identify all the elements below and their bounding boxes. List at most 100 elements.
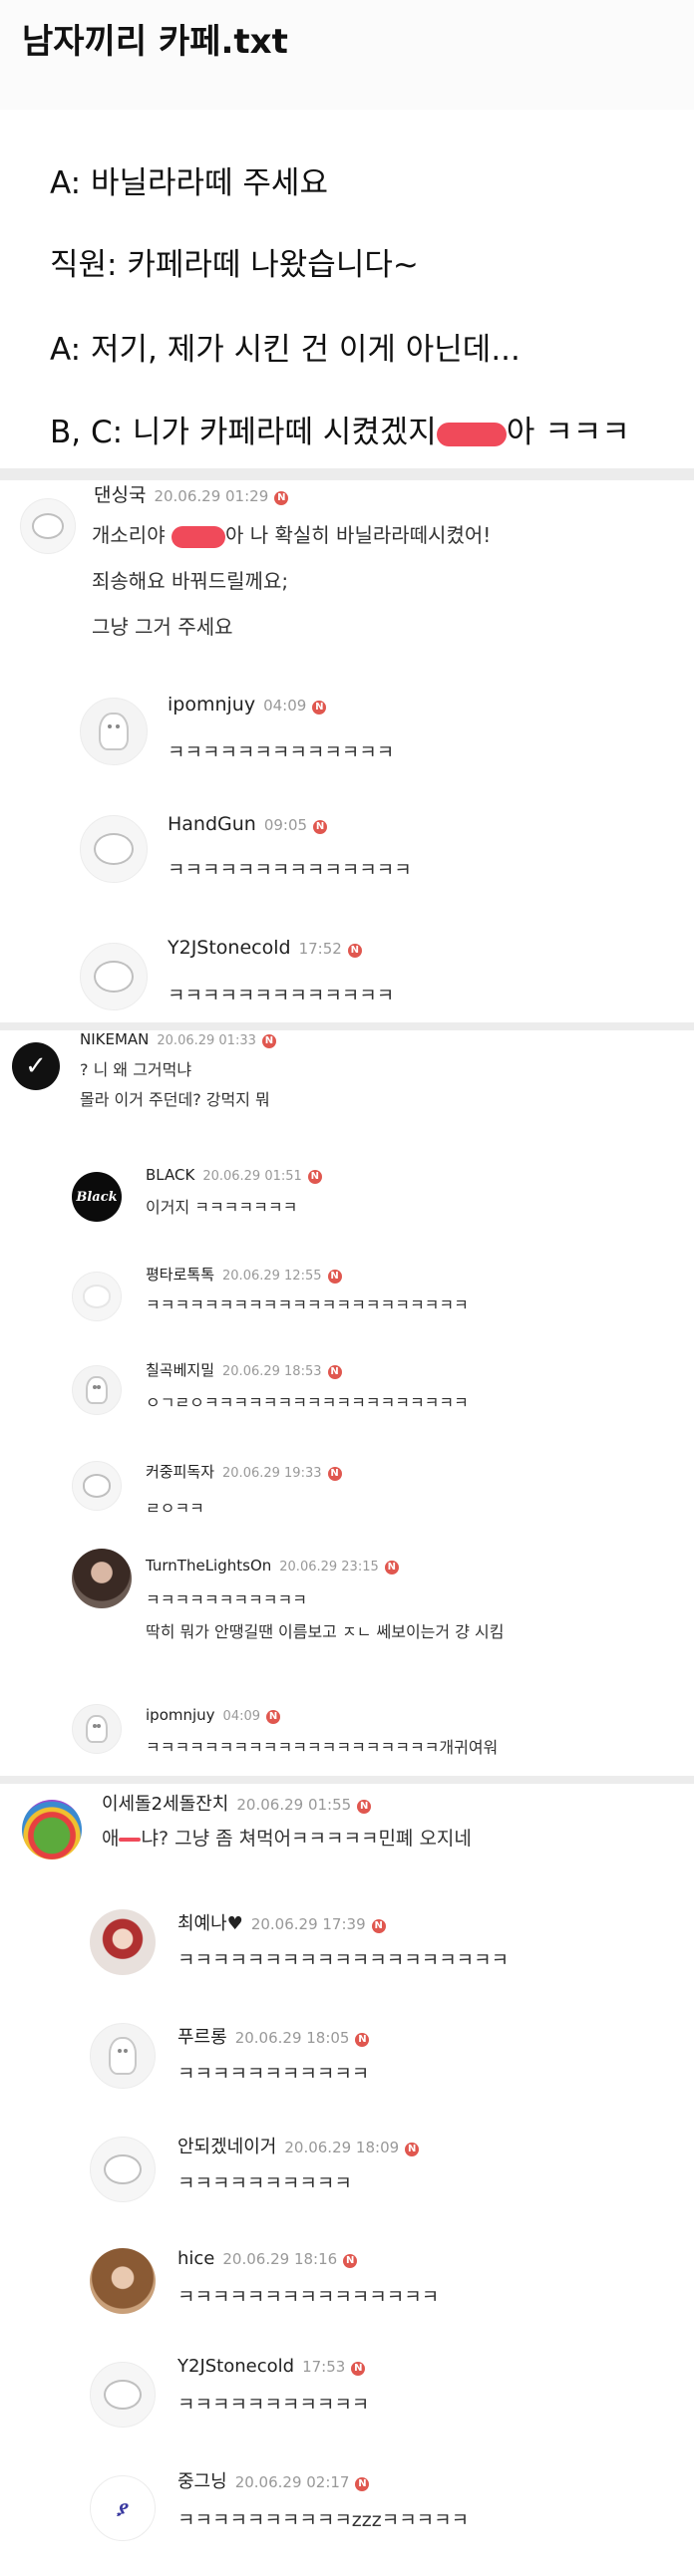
avatar[interactable]	[80, 815, 148, 883]
reply-time: 04:09	[263, 697, 307, 715]
reply-text: 딱히 뭐가 안땡길땐 이름보고 ㅈㄴ 쎄보이는거 걍 시킴	[146, 1622, 505, 1641]
avatar[interactable]	[72, 1272, 122, 1321]
reply-text: ㅇㄱㄹㅇㅋㅋㅋㅋㅋㅋㅋㅋㅋㅋㅋㅋㅋㅋㅋㅋㅋㅋ	[146, 1393, 469, 1412]
reply-author[interactable]: 칠곡베지밀 20.06.29 18:53 N	[146, 1359, 342, 1380]
dialog-line-4-after: 아 ㅋㅋㅋ	[506, 415, 630, 450]
avatar[interactable]	[90, 2248, 156, 2314]
new-badge: N	[343, 2254, 358, 2268]
avatar[interactable]	[72, 1704, 122, 1754]
reply-author[interactable]: 커중피독자 20.06.29 19:33 N	[146, 1461, 342, 1482]
thread-separator	[0, 1776, 694, 1784]
section-separator	[0, 468, 694, 480]
comment-text: 그냥 그거 주세요	[92, 615, 233, 639]
reply-text: ㅋㅋㅋㅋㅋㅋㅋㅋㅋㅋㅋ	[177, 2063, 370, 2085]
avatar[interactable]	[90, 1909, 156, 1975]
reply-text: ㅋㅋㅋㅋㅋㅋㅋㅋㅋㅋzzzㅋㅋㅋㅋㅋ	[177, 2509, 470, 2531]
avatar[interactable]	[20, 498, 76, 554]
reply-author[interactable]: 최예나♥ 20.06.29 17:39 N	[177, 1909, 386, 1935]
comment-time: 20.06.29 01:33	[157, 1033, 256, 1048]
title-bar: 남자끼리 카페.txt	[0, 0, 694, 110]
reply-author[interactable]: ipomnjuy 04:09 N	[146, 1706, 281, 1724]
new-badge: N	[371, 1919, 386, 1933]
comment-text: ? 니 왜 그거먹냐	[80, 1060, 192, 1079]
comment-text: 개소리야 아 나 확실히 바닐라라떼시켰어!	[92, 523, 492, 548]
reply-time: 09:05	[263, 816, 308, 834]
new-badge: N	[327, 1270, 342, 1284]
avatar[interactable]	[80, 943, 148, 1010]
reply-text: ㅋㅋㅋㅋㅋㅋㅋㅋㅋㅋㅋㅋㅋ	[168, 741, 395, 763]
reply-author[interactable]: Y2JStonecold 17:52 N	[168, 937, 362, 959]
reply-text: ㅋㅋㅋㅋㅋㅋㅋㅋㅋㅋㅋㅋㅋㅋㅋㅋㅋㅋㅋ	[177, 1949, 510, 1971]
new-badge: N	[405, 2143, 420, 2156]
reply-author[interactable]: HandGun 09:05 N	[168, 813, 328, 835]
reply-text: ㅋㅋㅋㅋㅋㅋㅋㅋㅋㅋㅋㅋㅋㅋㅋ	[177, 2286, 440, 2308]
avatar[interactable]	[22, 1800, 82, 1860]
reply-time: 17:52	[298, 940, 342, 958]
comment-text: 애 냐? 그냥 좀 쳐먹어ㅋㅋㅋㅋㅋ민폐 오지네	[102, 1828, 472, 1850]
censor-blot	[436, 422, 507, 446]
reply-text: ㅋㅋㅋㅋㅋㅋㅋㅋㅋㅋㅋㅋㅋ	[168, 985, 395, 1006]
comment-author[interactable]: 이세돌2세돌잔치 20.06.29 01:55 N	[102, 1790, 372, 1816]
reply-author[interactable]: TurnTheLightsOn 20.06.29 23:15 N	[146, 1557, 399, 1574]
comment-time: 20.06.29 01:55	[236, 1796, 352, 1814]
new-badge: N	[307, 1170, 322, 1184]
new-badge: N	[357, 1800, 372, 1814]
dialog-line-4: B, C: 니가 카페라떼 시켰겠지 아 ㅋㅋㅋ	[50, 407, 630, 451]
avatar[interactable]: Black	[72, 1172, 122, 1222]
reply-time: 04:09	[222, 1709, 261, 1724]
reply-author[interactable]: ipomnjuy 04:09 N	[168, 694, 327, 716]
dialog-line-1: A: 바닐라라떼 주세요	[50, 165, 328, 201]
avatar[interactable]	[90, 2023, 156, 2089]
comment-author[interactable]: NIKEMAN 20.06.29 01:33 N	[80, 1030, 276, 1048]
comment-text: 몰라 이거 주던데? 강먹지 뭐	[80, 1090, 270, 1109]
new-badge: N	[261, 1034, 276, 1048]
dialog-line-4-before: B, C: 니가 카페라떼 시켰겠지	[50, 415, 437, 450]
reply-time: 20.06.29 19:33	[222, 1466, 322, 1481]
new-badge: N	[274, 491, 289, 505]
reply-text: 이거지 ㅋㅋㅋㅋㅋㅋㅋ	[146, 1198, 298, 1217]
reply-author[interactable]: 중그닝 20.06.29 02:17 N	[177, 2467, 370, 2493]
censor-blot	[119, 1837, 142, 1842]
new-badge: N	[355, 2033, 370, 2047]
new-badge: N	[347, 944, 362, 958]
avatar[interactable]	[72, 1365, 122, 1415]
reply-time: 20.06.29 18:09	[284, 2139, 400, 2156]
reply-text: ㄹㅇㅋㅋ	[146, 1499, 204, 1518]
new-badge: N	[327, 1467, 342, 1481]
reply-time: 17:53	[302, 2358, 346, 2376]
reply-text: ㅋㅋㅋㅋㅋㅋㅋㅋㅋㅋㅋ	[177, 2394, 370, 2416]
avatar[interactable]	[80, 698, 148, 765]
new-badge: N	[313, 820, 328, 834]
reply-text: ㅋㅋㅋㅋㅋㅋㅋㅋㅋㅋㅋㅋㅋㅋㅋㅋㅋㅋㅋㅋ개귀여워	[146, 1738, 499, 1757]
reply-text: ㅋㅋㅋㅋㅋㅋㅋㅋㅋㅋㅋㅋㅋㅋ	[168, 859, 412, 881]
reply-author[interactable]: 평타로톡톡 20.06.29 12:55 N	[146, 1264, 342, 1285]
reply-time: 20.06.29 18:16	[222, 2250, 338, 2268]
avatar[interactable]	[90, 2362, 156, 2428]
reply-text: ㅋㅋㅋㅋㅋㅋㅋㅋㅋㅋㅋㅋㅋㅋㅋㅋㅋㅋㅋㅋㅋㅋ	[146, 1295, 469, 1314]
reply-text: ㅋㅋㅋㅋㅋㅋㅋㅋㅋㅋ	[177, 2172, 352, 2194]
new-badge: N	[327, 1365, 342, 1379]
reply-time: 20.06.29 01:51	[202, 1169, 302, 1184]
avatar[interactable]: ያ	[90, 2475, 156, 2541]
avatar[interactable]	[72, 1461, 122, 1511]
comment-text: 죄송해요 바꿔드릴께요;	[92, 569, 289, 593]
thread-separator	[0, 1022, 694, 1030]
reply-time: 20.06.29 02:17	[234, 2473, 350, 2491]
new-badge: N	[266, 1710, 281, 1724]
new-badge: N	[355, 2477, 370, 2491]
avatar[interactable]	[90, 2137, 156, 2202]
reply-author[interactable]: hice 20.06.29 18:16 N	[177, 2248, 358, 2269]
censor-blot	[171, 525, 225, 548]
reply-author[interactable]: BLACK 20.06.29 01:51 N	[146, 1166, 322, 1184]
reply-time: 20.06.29 23:15	[279, 1560, 379, 1574]
comment-time: 20.06.29 01:29	[154, 487, 269, 505]
reply-time: 20.06.29 18:05	[234, 2029, 350, 2047]
new-badge: N	[384, 1561, 399, 1574]
avatar[interactable]	[72, 1549, 132, 1608]
reply-author[interactable]: 안되겠네이거 20.06.29 18:09 N	[177, 2133, 420, 2158]
comment-author[interactable]: 댄싱국 20.06.29 01:29 N	[94, 480, 289, 507]
reply-author[interactable]: 푸르롱 20.06.29 18:05 N	[177, 2023, 370, 2049]
avatar[interactable]: ✓	[12, 1042, 60, 1090]
reply-author[interactable]: Y2JStonecold 17:53 N	[177, 2356, 366, 2377]
reply-time: 20.06.29 17:39	[250, 1915, 366, 1933]
